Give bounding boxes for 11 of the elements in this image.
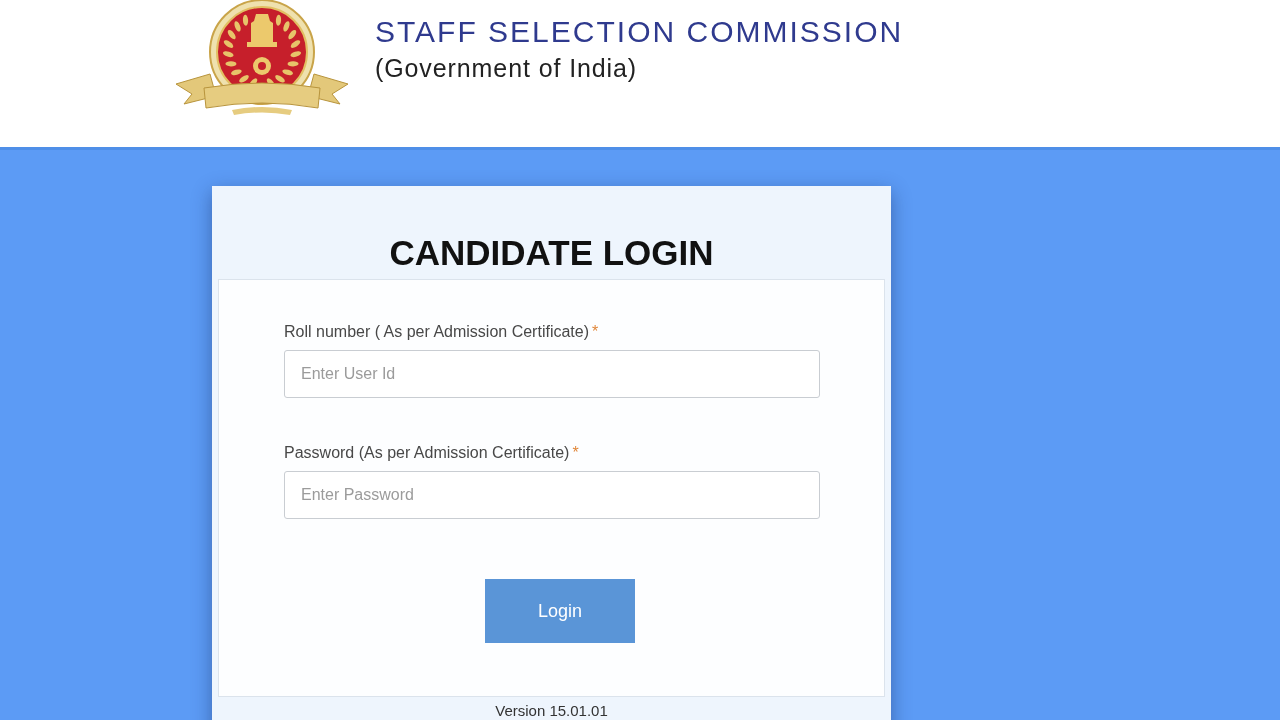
login-title: CANDIDATE LOGIN (388, 232, 715, 274)
site-subtitle: (Government of India) (375, 54, 639, 82)
version-text: Version 15.01.01 (495, 702, 608, 719)
site-title: STAFF SELECTION COMMISSION (375, 15, 904, 48)
required-mark: * (592, 323, 599, 341)
login-button[interactable]: Login (485, 579, 635, 643)
user-id-input[interactable]: Enter User Id (284, 350, 820, 398)
required-mark: * (572, 444, 579, 462)
field-label: Password (As per Admission Certificate) (284, 444, 570, 462)
field-label: Roll number ( As per Admission Certificate) (284, 323, 589, 341)
password-input[interactable]: Enter Password (284, 471, 820, 519)
